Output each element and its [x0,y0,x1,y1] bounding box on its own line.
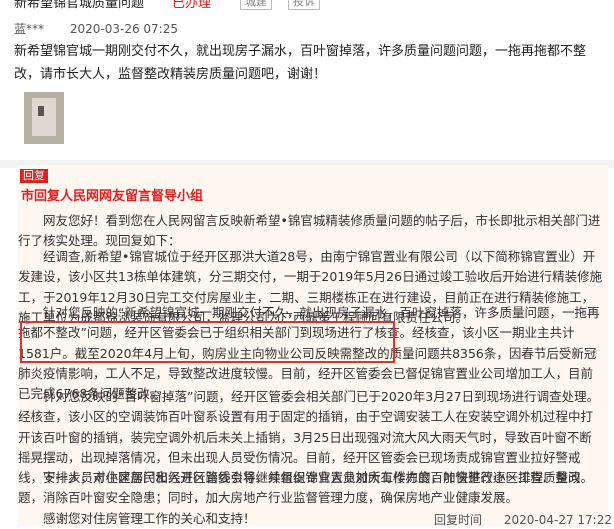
reply-paragraph: 下一步，市住建部门和经开区管委会将继续督促锦官置业加大工作力度，加快整改小区工程… [18,470,581,506]
reply-org[interactable]: 市回复人民网网友留言督导小组 [21,185,203,204]
post-title: 新希望锦官城质量问题 [14,0,145,11]
reply-tag: 回复 [20,169,48,183]
door-image-area [32,98,56,136]
reply-paragraph: 网友您好！看到您在人民网留言反映新希望•锦官城精装修质量问题的帖子后，市长即批示… [18,213,601,249]
reply-time: 2020-04-27 17:22 [503,513,612,527]
post-meta: 蓝*** 2020-03-26 07:25 [14,20,178,37]
attachment-image[interactable] [24,92,64,144]
post-body: 新希望锦官城一期刚交付不久，就出现房子漏水，百叶窗掉落，许多质量问题问题，一拖再… [14,44,587,82]
reply-time-label: 回复时间 [434,513,483,527]
category-badge[interactable]: 城建 [240,0,272,10]
reply-footer: 回复时间 2020-04-27 17:22 [434,511,612,528]
author-name: 蓝*** [14,22,45,36]
door-handle-shape [38,106,44,116]
post-time: 2020-03-26 07:25 [69,22,178,36]
status-badge: 已办理 [172,0,212,11]
type-badge[interactable]: 投诉 [288,0,320,10]
header-bar: 新希望锦官城质量问题 已办理 城建 投诉 [0,0,614,14]
reply-block: 回复 市回复人民网网友留言督导小组 网友您好！看到您在人民网留言反映新希望•锦官… [18,165,608,526]
